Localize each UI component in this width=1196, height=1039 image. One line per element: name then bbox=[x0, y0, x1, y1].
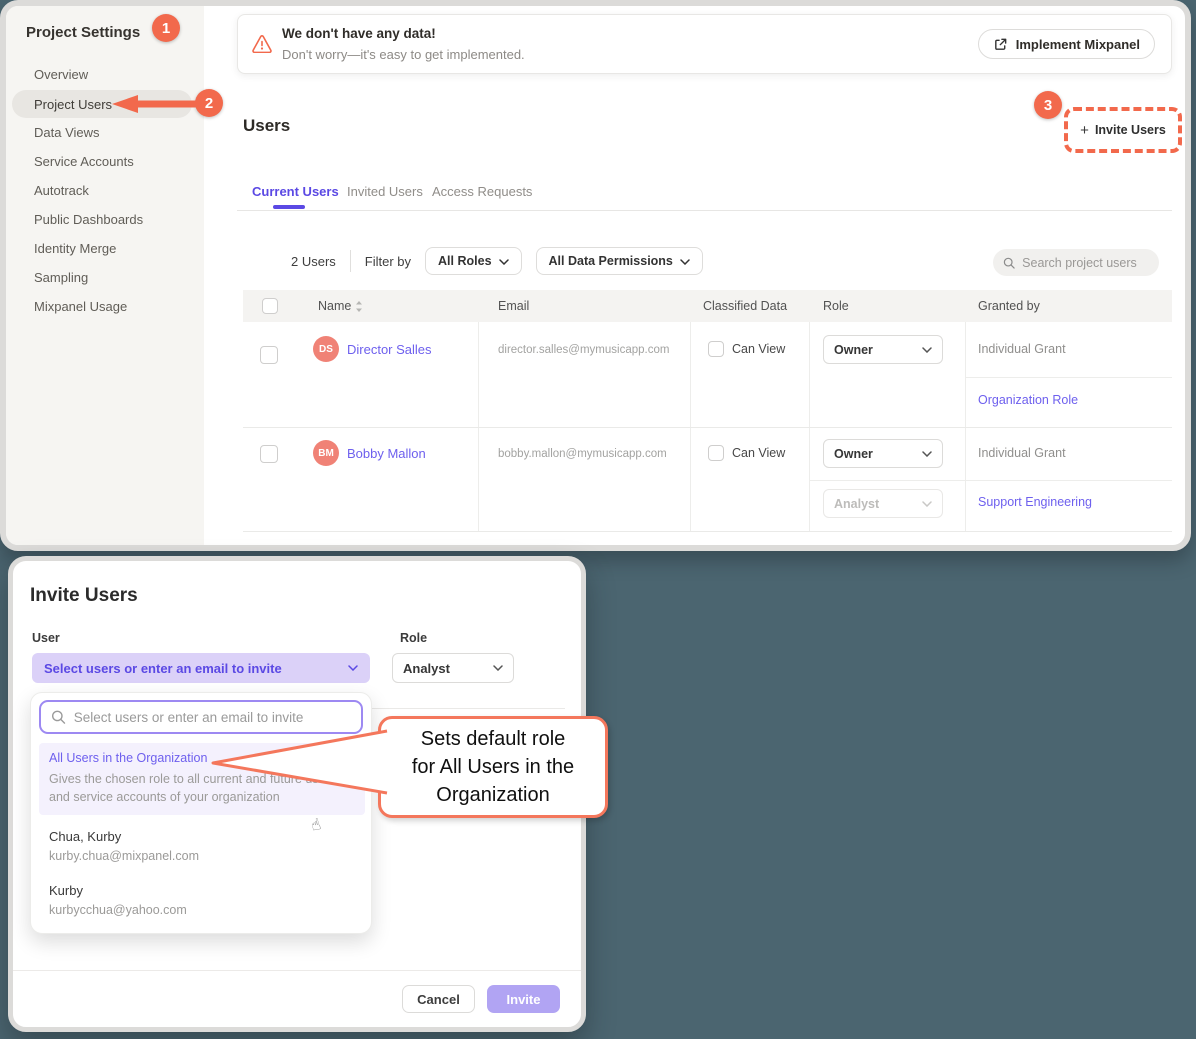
invite-users-button[interactable]: + Invite Users bbox=[1064, 107, 1182, 153]
organization-role-link[interactable]: Organization Role bbox=[978, 393, 1078, 407]
search-icon bbox=[1003, 256, 1015, 270]
no-data-banner: We don't have any data! Don't worry—it's… bbox=[237, 14, 1172, 74]
chevron-down-icon bbox=[680, 254, 690, 268]
search-icon bbox=[51, 709, 66, 725]
filter-by-label: Filter by bbox=[365, 254, 411, 269]
sidebar-item-public-dashboards[interactable]: Public Dashboards bbox=[34, 212, 143, 227]
option-user[interactable]: Chua, Kurby kurby.chua@mixpanel.com bbox=[49, 829, 199, 863]
sidebar-item-mixpanel-usage[interactable]: Mixpanel Usage bbox=[34, 299, 127, 314]
divider bbox=[13, 970, 581, 971]
screenshot-root: Project Settings Overview Project Users … bbox=[0, 0, 1196, 1039]
table-row: DS Director Salles director.salles@mymus… bbox=[243, 322, 1172, 428]
option-user[interactable]: Kurby kurbycchua@yahoo.com bbox=[49, 883, 187, 917]
filter-bar: 2 Users Filter by All Roles All Data Per… bbox=[291, 246, 703, 276]
user-count: 2 Users bbox=[291, 254, 336, 269]
users-table: Name Email Classified Data Role Granted … bbox=[243, 290, 1172, 532]
role-select-disabled: Analyst bbox=[823, 489, 943, 518]
chevron-down-icon bbox=[922, 347, 932, 353]
tabs-divider bbox=[237, 210, 1172, 211]
can-view-toggle: Can View bbox=[708, 341, 785, 357]
banner-title: We don't have any data! bbox=[282, 26, 436, 41]
support-engineering-link[interactable]: Support Engineering bbox=[978, 495, 1092, 509]
can-view-checkbox[interactable] bbox=[708, 341, 724, 357]
avatar: DS bbox=[313, 336, 339, 362]
chevron-down-icon bbox=[922, 451, 932, 457]
granted-by-value: Individual Grant bbox=[978, 342, 1066, 356]
table-header: Name Email Classified Data Role Granted … bbox=[243, 290, 1172, 322]
chevron-down-icon bbox=[493, 665, 503, 671]
tab-access-requests[interactable]: Access Requests bbox=[432, 184, 532, 199]
user-name-link[interactable]: Bobby Mallon bbox=[347, 446, 426, 461]
role-select[interactable]: Owner bbox=[823, 439, 943, 468]
banner-subtitle: Don't worry—it's easy to get implemented… bbox=[282, 47, 525, 62]
row-checkbox[interactable] bbox=[260, 346, 278, 364]
sidebar-item-identity-merge[interactable]: Identity Merge bbox=[34, 241, 116, 256]
step-badge-2: 2 bbox=[195, 89, 223, 117]
user-email: director.salles@mymusicapp.com bbox=[498, 344, 669, 356]
invite-button[interactable]: Invite bbox=[487, 985, 560, 1013]
user-email: bobby.mallon@mymusicapp.com bbox=[498, 448, 667, 460]
sidebar-item-overview[interactable]: Overview bbox=[34, 67, 88, 82]
sidebar: Project Settings Overview Project Users … bbox=[6, 6, 204, 545]
callout-bubble: Sets default role for All Users in the O… bbox=[378, 716, 608, 818]
warning-icon bbox=[252, 35, 272, 53]
column-header-classified: Classified Data bbox=[703, 299, 787, 313]
granted-by-value: Individual Grant bbox=[978, 446, 1066, 460]
hand-cursor-icon: ☝ bbox=[309, 814, 324, 836]
plus-icon: + bbox=[1080, 122, 1089, 139]
active-tab-underline bbox=[273, 205, 305, 209]
role-dropdown[interactable]: Analyst bbox=[392, 653, 514, 683]
divider bbox=[350, 250, 351, 272]
chevron-down-icon bbox=[499, 254, 509, 268]
external-link-icon bbox=[993, 37, 1008, 52]
chevron-down-icon bbox=[348, 665, 358, 671]
can-view-toggle: Can View bbox=[708, 445, 785, 461]
tab-current-users[interactable]: Current Users bbox=[252, 184, 339, 199]
annotation-arrow-icon bbox=[112, 95, 198, 113]
project-settings-card: Project Settings Overview Project Users … bbox=[0, 0, 1191, 551]
column-header-role: Role bbox=[823, 299, 849, 313]
role-select[interactable]: Owner bbox=[823, 335, 943, 364]
search-project-users[interactable] bbox=[993, 249, 1159, 276]
sidebar-title: Project Settings bbox=[26, 24, 140, 41]
step-badge-3: 3 bbox=[1034, 91, 1062, 119]
sidebar-item-data-views[interactable]: Data Views bbox=[34, 125, 100, 140]
avatar: BM bbox=[313, 440, 339, 466]
role-field-label: Role bbox=[400, 631, 427, 645]
callout-tail bbox=[210, 723, 388, 801]
dialog-title: Invite Users bbox=[30, 585, 138, 607]
sidebar-item-service-accounts[interactable]: Service Accounts bbox=[34, 154, 134, 169]
tab-invited-users[interactable]: Invited Users bbox=[347, 184, 423, 199]
column-header-name[interactable]: Name bbox=[318, 299, 363, 313]
user-name-link[interactable]: Director Salles bbox=[347, 342, 432, 357]
sort-icon bbox=[355, 301, 363, 312]
can-view-checkbox[interactable] bbox=[708, 445, 724, 461]
all-data-permissions-dropdown[interactable]: All Data Permissions bbox=[536, 247, 703, 275]
page-title: Users bbox=[243, 116, 290, 136]
column-header-email: Email bbox=[498, 299, 529, 313]
cancel-button[interactable]: Cancel bbox=[402, 985, 475, 1013]
user-field-label: User bbox=[32, 631, 60, 645]
select-all-checkbox[interactable] bbox=[262, 298, 278, 314]
sidebar-item-autotrack[interactable]: Autotrack bbox=[34, 183, 89, 198]
sidebar-item-sampling[interactable]: Sampling bbox=[34, 270, 88, 285]
search-input[interactable] bbox=[1022, 256, 1149, 270]
user-multiselect[interactable]: Select users or enter an email to invite bbox=[32, 653, 370, 683]
chevron-down-icon bbox=[922, 501, 932, 507]
implement-mixpanel-button[interactable]: Implement Mixpanel bbox=[978, 29, 1155, 59]
column-header-granted: Granted by bbox=[978, 299, 1040, 313]
row-checkbox[interactable] bbox=[260, 445, 278, 463]
all-roles-dropdown[interactable]: All Roles bbox=[425, 247, 522, 275]
step-badge-1: 1 bbox=[152, 14, 180, 42]
table-row: BM Bobby Mallon bobby.mallon@mymusicapp.… bbox=[243, 428, 1172, 532]
